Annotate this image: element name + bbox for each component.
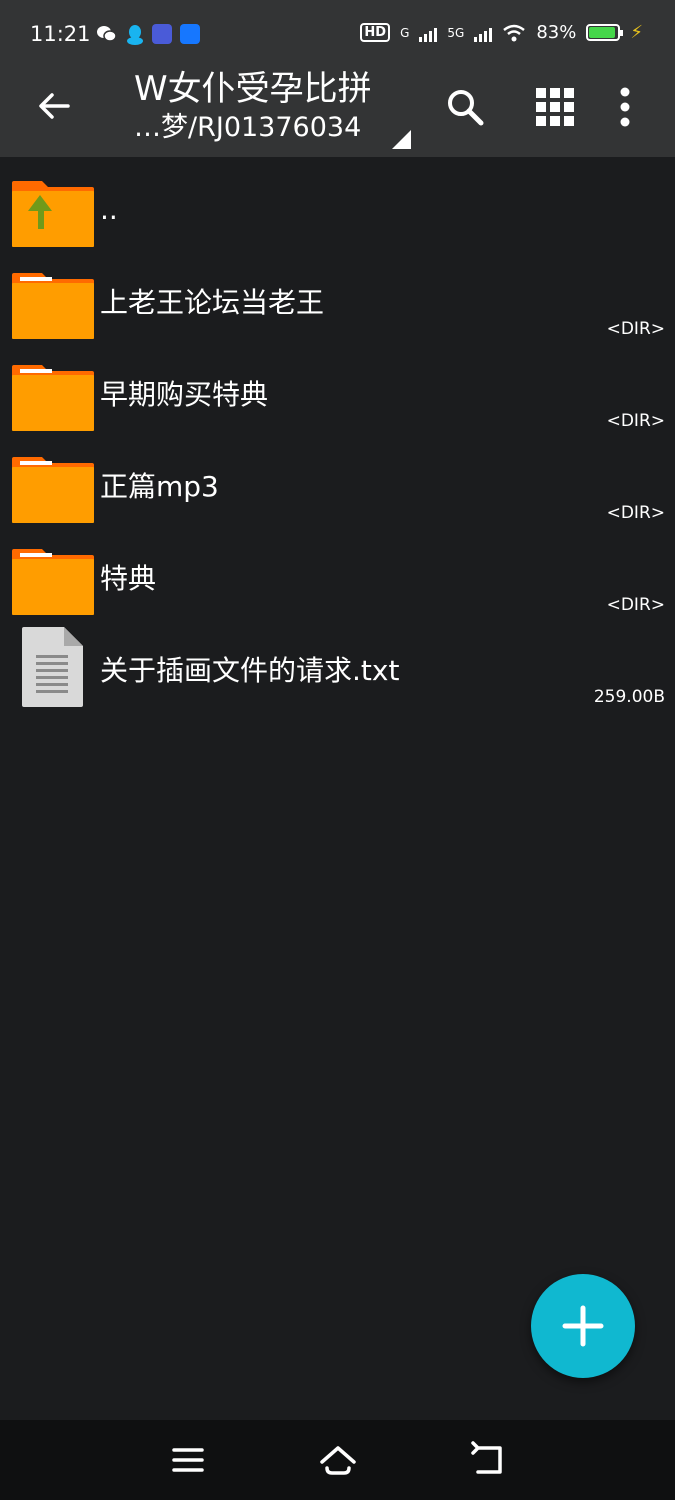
battery-percent: 83% bbox=[536, 22, 577, 43]
grid-view-button[interactable] bbox=[530, 82, 580, 132]
page-title: W女仆受孕比拼 bbox=[134, 69, 372, 109]
file-name: 正篇mp3 bbox=[100, 470, 219, 503]
list-item-folder[interactable]: 特典 <DIR> bbox=[0, 535, 675, 627]
file-name: 关于插画文件的请求.txt bbox=[100, 654, 400, 687]
menu-icon[interactable] bbox=[168, 1440, 208, 1480]
status-bar: 11:21 HD G 5G 83% ⚡ bbox=[0, 0, 675, 68]
folder-icon bbox=[12, 365, 94, 431]
path-subtitle: …梦/RJ01376034 bbox=[134, 112, 362, 143]
search-button[interactable] bbox=[440, 82, 490, 132]
text-file-icon bbox=[22, 627, 83, 707]
file-meta: <DIR> bbox=[606, 411, 665, 431]
qq-icon bbox=[127, 25, 143, 45]
more-options-button[interactable] bbox=[610, 82, 640, 132]
back-arrow-icon[interactable] bbox=[32, 84, 76, 128]
file-name: 特典 bbox=[100, 562, 157, 595]
file-name: 上老王论坛当老王 bbox=[100, 286, 325, 319]
file-name: 早期购买特典 bbox=[100, 378, 269, 411]
file-meta: <DIR> bbox=[606, 319, 665, 339]
back-icon[interactable] bbox=[468, 1440, 508, 1480]
add-icon bbox=[562, 1305, 604, 1347]
list-item-file[interactable]: 关于插画文件的请求.txt 259.00B bbox=[0, 619, 675, 711]
list-item-folder[interactable]: 早期购买特典 <DIR> bbox=[0, 351, 675, 443]
alipay-icon bbox=[180, 24, 200, 44]
file-name: .. bbox=[100, 193, 118, 226]
toolbar: W女仆受孕比拼 …梦/RJ01376034 bbox=[0, 68, 675, 157]
file-meta: 259.00B bbox=[593, 687, 665, 707]
system-nav-bar bbox=[0, 1420, 675, 1500]
wifi-icon bbox=[503, 24, 526, 41]
list-item-folder[interactable]: 正篇mp3 <DIR> bbox=[0, 443, 675, 535]
hd-icon: HD bbox=[360, 23, 391, 42]
reader-app-icon bbox=[152, 24, 172, 44]
list-item-parent[interactable]: .. bbox=[0, 167, 675, 259]
folder-icon bbox=[12, 457, 94, 523]
more-vert-icon bbox=[620, 87, 630, 127]
wechat-icon bbox=[97, 26, 117, 42]
network-label-a: G bbox=[400, 25, 410, 40]
network-label-b: 5G bbox=[447, 25, 465, 40]
signal-icon-b bbox=[474, 24, 493, 42]
file-meta: <DIR> bbox=[606, 503, 665, 523]
dropdown-triangle-icon bbox=[392, 130, 411, 149]
folder-icon bbox=[12, 273, 94, 339]
add-button[interactable] bbox=[531, 1274, 635, 1378]
folder-up-icon bbox=[12, 181, 94, 247]
file-meta: <DIR> bbox=[606, 595, 665, 615]
status-time: 11:21 bbox=[30, 22, 91, 46]
notification-icons bbox=[96, 24, 200, 46]
grid-view-icon bbox=[536, 88, 574, 126]
folder-icon bbox=[12, 549, 94, 615]
app-header: 11:21 HD G 5G 83% ⚡ W女仆受孕比拼 …梦/RJ0137603… bbox=[0, 0, 675, 157]
list-item-folder[interactable]: 上老王论坛当老王 <DIR> bbox=[0, 259, 675, 351]
battery-icon bbox=[586, 24, 624, 41]
search-icon bbox=[448, 90, 484, 126]
signal-icon-a bbox=[419, 24, 438, 42]
path-title-block[interactable]: W女仆受孕比拼 …梦/RJ01376034 bbox=[134, 68, 424, 149]
charging-icon: ⚡ bbox=[630, 22, 643, 43]
home-icon[interactable] bbox=[318, 1440, 358, 1480]
status-right: HD G 5G 83% ⚡ bbox=[360, 22, 643, 43]
